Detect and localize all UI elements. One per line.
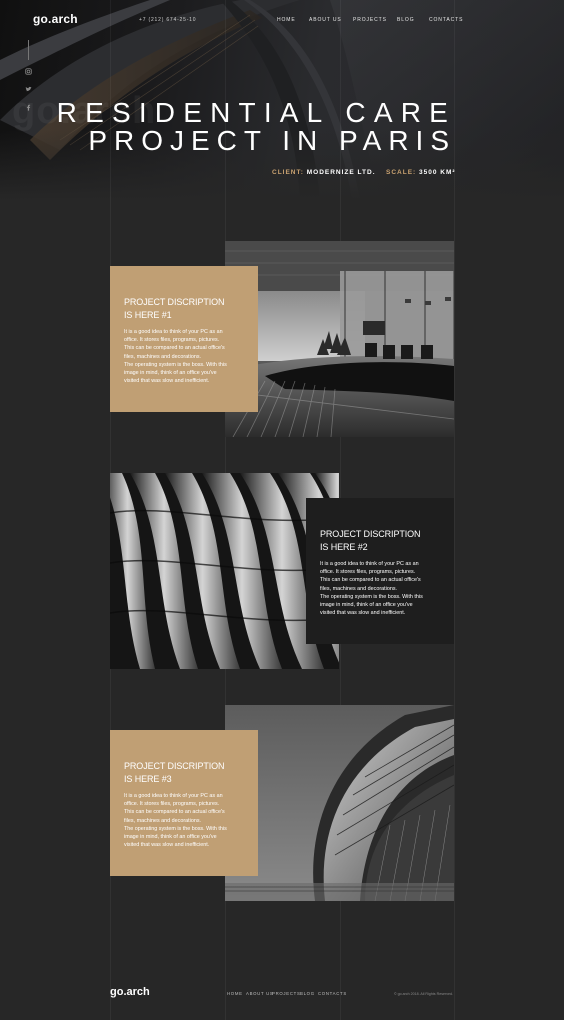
client-label: CLIENT: [272, 169, 304, 176]
nav-contacts[interactable]: CONTACTS [429, 17, 463, 23]
project-2-card: PROJECT DISCRIPTION IS HERE #2 It is a g… [306, 498, 454, 644]
page: go.arch +7 (212) 674-25-10 HOME ABOUT US… [0, 0, 564, 1020]
project-2-description: It is a good idea to think of your PC as… [320, 561, 423, 617]
nav-projects[interactable]: PROJECTS [353, 17, 387, 23]
project-1-title-line-2: IS HERE #1 [124, 309, 172, 320]
project-3-title-line-1: PROJECT DISCRIPTION [124, 761, 225, 771]
logo[interactable]: go.arch [33, 12, 78, 26]
client-meta: CLIENT: MODERNIZE LTD. [272, 169, 376, 176]
project-1-image[interactable] [225, 241, 454, 437]
project-2-image[interactable] [110, 473, 339, 669]
scale-value: 3500 KM² [419, 169, 456, 176]
project-3-title-line-2: IS HERE #3 [124, 773, 172, 784]
project-3-description: It is a good idea to think of your PC as… [124, 793, 227, 849]
footer-nav-contacts[interactable]: CONTACTS [318, 991, 347, 996]
client-value: MODERNIZE LTD. [306, 169, 376, 176]
footer-logo[interactable]: go.arch [110, 986, 150, 998]
project-1-title: PROJECT DISCRIPTION IS HERE #1 [124, 296, 244, 321]
nav-home[interactable]: HOME [277, 17, 296, 23]
footer-copyright: © go.arch 2018. All Rights Reserved. [394, 992, 453, 996]
footer-nav-home[interactable]: HOME [227, 991, 243, 996]
project-1-description: It is a good idea to think of your PC as… [124, 329, 227, 385]
nav-blog[interactable]: BLOG [397, 17, 415, 23]
scale-label: SCALE: [386, 169, 417, 176]
hero-title-line-2: PROJECT IN PARIS [88, 125, 456, 156]
footer-nav-blog[interactable]: BLOG [300, 991, 315, 996]
footer-nav-about-us[interactable]: ABOUT US [246, 991, 274, 996]
project-3-image[interactable] [225, 705, 454, 901]
phone-number[interactable]: +7 (212) 674-25-10 [139, 17, 196, 23]
footer-nav-projects[interactable]: PROJECTS [272, 991, 301, 996]
scale-meta: SCALE: 3500 KM² [386, 169, 456, 176]
project-1-title-line-1: PROJECT DISCRIPTION [124, 297, 225, 307]
project-2-title: PROJECT DISCRIPTION IS HERE #2 [320, 528, 440, 553]
project-1-card: PROJECT DISCRIPTION IS HERE #1 It is a g… [110, 266, 258, 412]
project-2-title-line-1: PROJECT DISCRIPTION [320, 529, 421, 539]
social-divider [28, 40, 29, 60]
project-3-card: PROJECT DISCRIPTION IS HERE #3 It is a g… [110, 730, 258, 876]
instagram-icon[interactable] [24, 68, 33, 77]
nav-about-us[interactable]: ABOUT US [309, 17, 342, 23]
project-3-title: PROJECT DISCRIPTION IS HERE #3 [124, 760, 244, 785]
project-2-title-line-2: IS HERE #2 [320, 541, 368, 552]
